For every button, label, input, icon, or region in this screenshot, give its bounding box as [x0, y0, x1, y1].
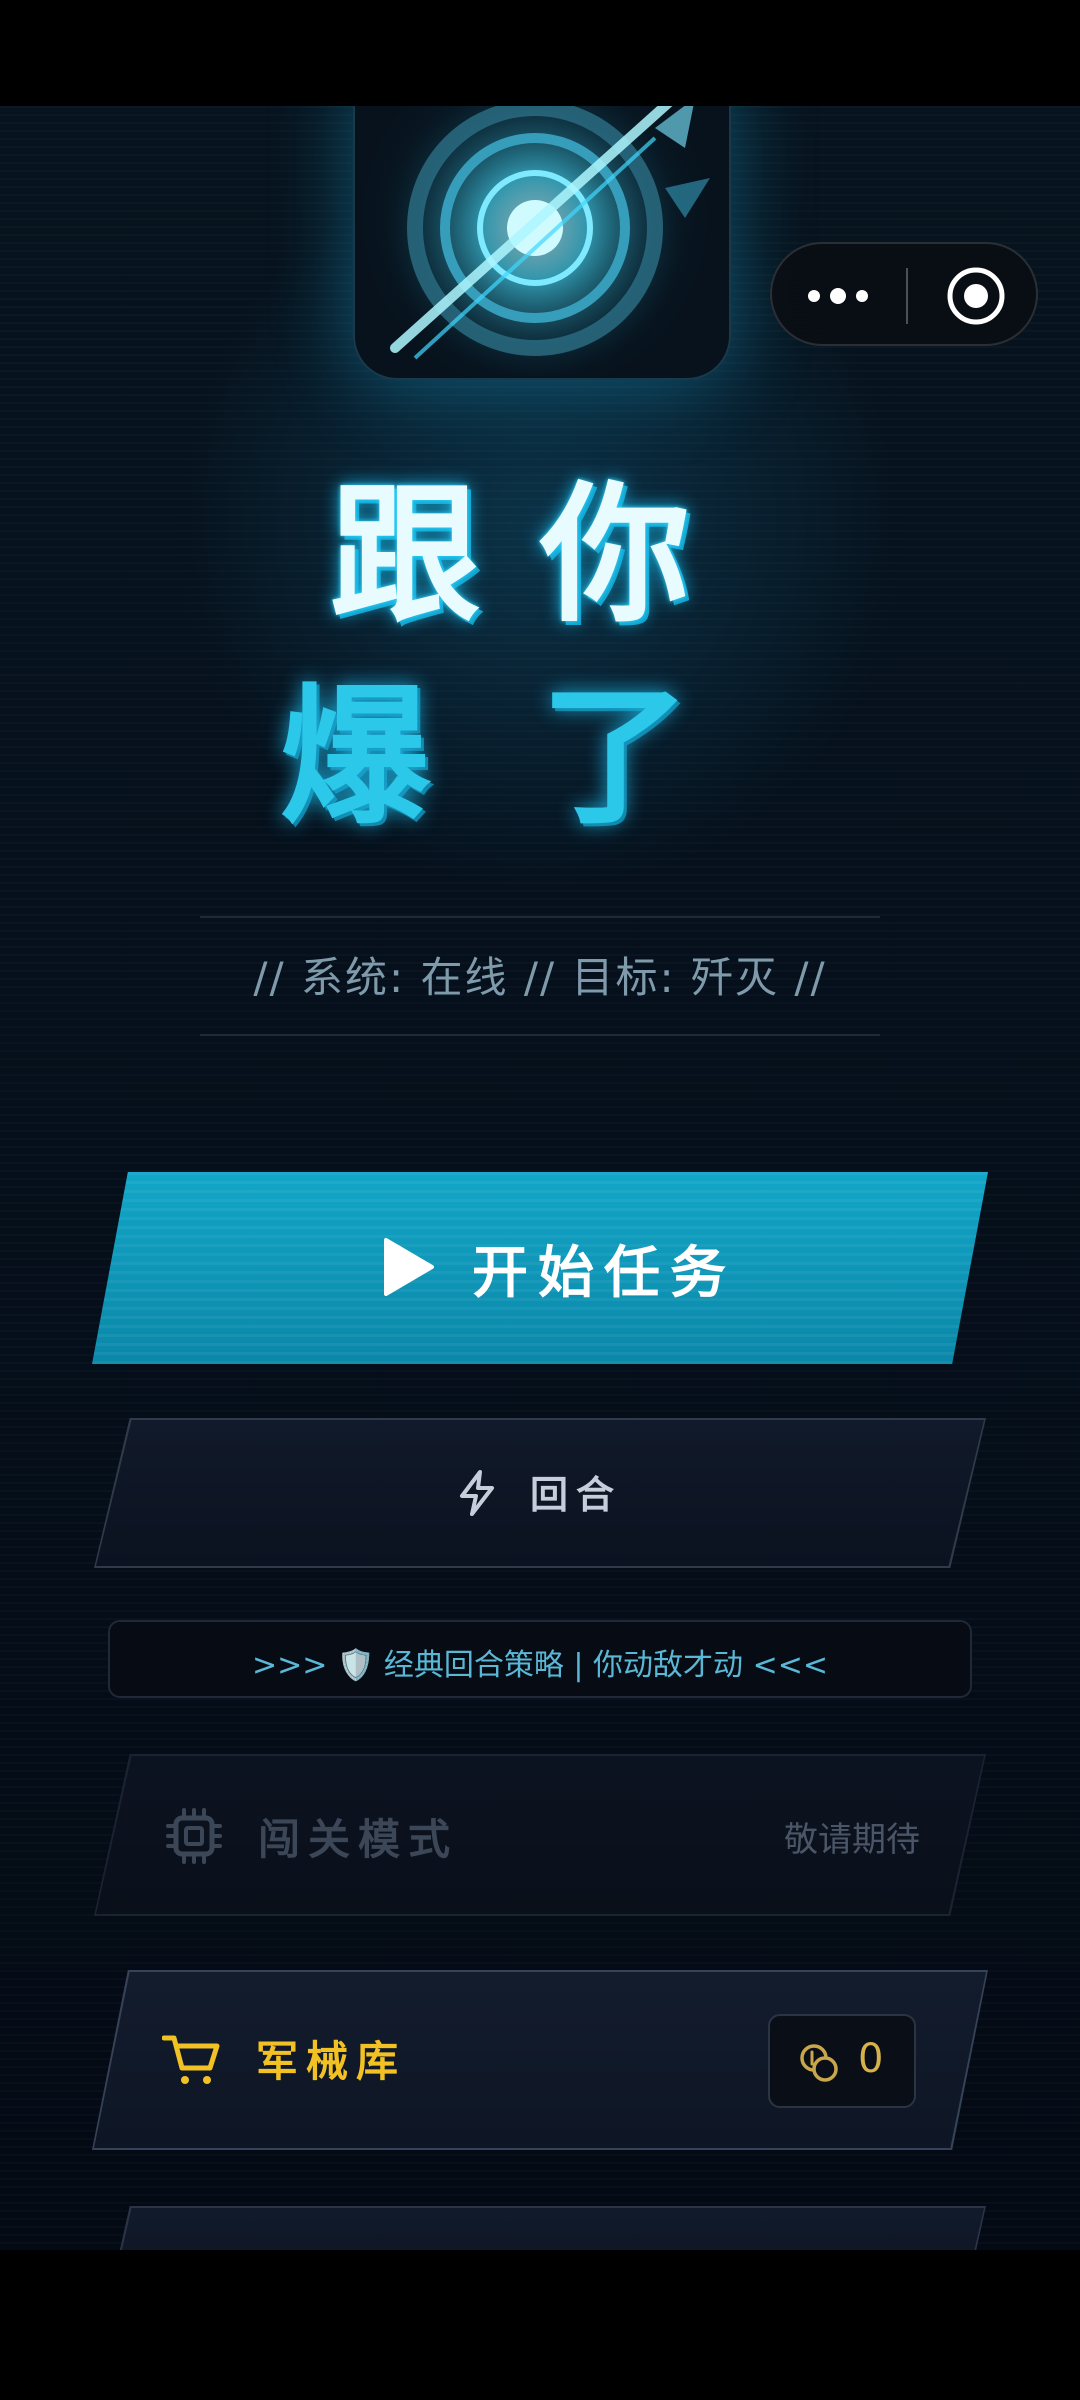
status-divider-bottom — [200, 1034, 880, 1036]
mode-description-text: >>> 🛡️ 经典回合策略 | 你动敌才动 <<< — [252, 1648, 828, 1683]
mode-description-bar: >>> 🛡️ 经典回合策略 | 你动敌才动 <<< — [108, 1620, 972, 1698]
chip-icon — [166, 1808, 222, 1864]
coming-soon-label: 敬请期待 — [784, 1820, 920, 1860]
start-mission-button[interactable]: 开始任务 — [92, 1172, 988, 1364]
cart-icon — [162, 2035, 220, 2084]
game-title-line-1: 跟你 — [329, 467, 750, 643]
start-mission-label: 开始任务 — [472, 1240, 736, 1306]
coin-balance: 0 — [768, 2014, 916, 2108]
game-logo — [353, 106, 731, 380]
system-status-text: // 系统: 在线 // 目标: 歼灭 // — [253, 953, 827, 1002]
play-icon — [384, 1238, 434, 1296]
mini-program-capsule — [770, 242, 1038, 346]
vortex-icon — [385, 106, 710, 378]
round-mode-button[interactable]: 回合 — [94, 1418, 986, 1568]
app-screen: 跟你 爆了 // 系统: 在线 // 目标: 歼灭 // 开始任务 回合 >>>… — [0, 106, 1080, 2250]
coin-count: 0 — [858, 2036, 884, 2082]
status-bar — [0, 0, 1080, 106]
armory-label: 军械库 — [256, 2037, 407, 2086]
navigation-bar — [0, 2250, 1080, 2400]
coins-icon — [800, 2044, 838, 2082]
lightning-icon — [460, 1470, 494, 1516]
capsule-divider — [906, 268, 908, 324]
level-mode-button[interactable]: 闯关模式 敬请期待 — [94, 1754, 986, 1916]
game-title-line-2: 爆了 — [279, 669, 800, 845]
next-menu-button[interactable] — [94, 2206, 986, 2250]
status-divider-top — [200, 916, 880, 918]
round-mode-label: 回合 — [530, 1472, 623, 1517]
level-mode-label: 闯关模式 — [258, 1815, 459, 1864]
more-dots-icon[interactable] — [806, 278, 886, 314]
target-circle-icon[interactable] — [946, 266, 1006, 326]
